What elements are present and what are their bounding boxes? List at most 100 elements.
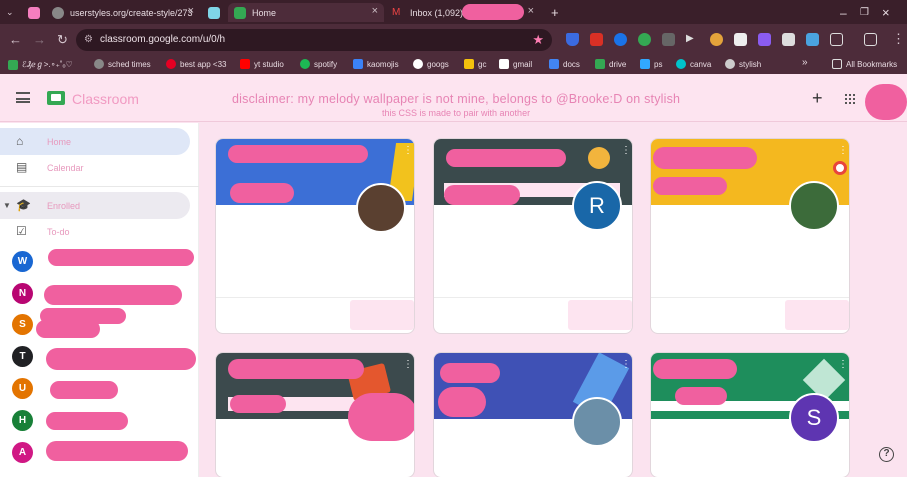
extension-icon[interactable] [662,33,675,46]
brand-name[interactable]: Classroom [72,91,139,107]
close-icon[interactable]: × [188,5,194,17]
redaction [653,147,757,169]
extension-icon[interactable] [614,33,627,46]
extension-icon[interactable] [782,33,795,46]
redaction [230,183,294,203]
create-join-button[interactable]: + [812,88,823,109]
redaction [228,145,368,163]
sidebar-item-home[interactable]: ⌂ Home [0,128,190,155]
calendar-icon: ▤ [16,160,28,174]
bookmark-item[interactable]: ps [640,59,662,69]
sidebar-item-label: Enrolled [47,200,81,211]
tab-pinned[interactable] [28,3,46,22]
teacher-avatar[interactable]: R [572,181,622,231]
main-menu-icon[interactable] [16,92,30,103]
more-options-icon[interactable]: ⋮ [403,360,413,375]
more-options-icon[interactable]: ⋮ [621,146,631,161]
class-card[interactable]: ⋮ [215,138,415,334]
all-bookmarks-button[interactable]: All Bookmarks [832,59,897,69]
window-close-icon[interactable]: × [882,3,890,22]
extension-icon[interactable] [806,33,819,46]
bookmark-item[interactable]: kaomojis [353,59,399,69]
class-card[interactable]: ⋮ S [650,352,850,477]
bookmark-item[interactable]: gc [464,59,486,69]
class-card[interactable]: ⋮ [215,352,415,477]
card-action-area[interactable] [350,300,414,330]
redaction [46,441,188,461]
google-apps-icon[interactable] [845,94,855,104]
redaction [348,393,414,441]
new-tab-button[interactable]: + [551,3,559,22]
extension-icon[interactable] [710,33,723,46]
classroom-header: Classroom disclaimer: my melody wallpape… [0,74,907,122]
side-panel-icon[interactable] [864,33,877,46]
tab-title: Home [252,7,277,18]
redaction [228,359,364,379]
redaction [438,387,486,417]
extension-icon[interactable] [734,33,747,46]
class-card[interactable]: ⋮ [433,352,633,477]
pinterest-icon [166,59,176,69]
help-button[interactable]: ? [879,447,894,462]
tab-title: userstyles.org/create-style/273 [70,7,193,18]
stylish-icon [725,59,735,69]
minimize-icon[interactable]: – [840,3,847,22]
back-icon[interactable]: ← [9,32,22,47]
redaction [230,395,286,413]
more-options-icon[interactable]: ⋮ [621,360,631,375]
class-card[interactable]: ⋮ [650,138,850,334]
sidebar-item-calendar[interactable]: ▤ Calendar [0,154,190,181]
extension-icon[interactable] [758,33,771,46]
site-info-icon[interactable]: ⚙ [84,29,93,51]
extension-icon[interactable]: ▶ [686,33,699,46]
chrome-menu-icon[interactable]: ⋮ [892,31,905,47]
teacher-avatar[interactable] [789,181,839,231]
shield-extension-icon[interactable] [566,33,579,46]
restore-icon[interactable]: ❐ [860,3,869,22]
extensions-puzzle-icon[interactable] [830,33,843,46]
extension-icon[interactable] [590,33,603,46]
bookmark-item[interactable]: drive [595,59,626,69]
bookmark-icon [8,59,18,70]
more-options-icon[interactable]: ⋮ [838,146,848,161]
class-card[interactable]: ⋮ R [433,138,633,334]
address-bar[interactable]: ⚙ classroom.google.com/u/0/h ★ [76,29,552,51]
sidebar-item-todo[interactable]: ☑ To-do [0,218,190,245]
bookmark-item[interactable]: spotify [300,59,337,69]
teacher-avatar[interactable] [356,183,406,233]
tab-favicon [28,6,40,19]
tab-pinned-2[interactable] [208,3,226,22]
reload-icon[interactable]: ↻ [57,32,68,48]
spotify-icon [300,59,310,69]
teacher-avatar[interactable] [572,397,622,447]
redaction [44,285,182,305]
teacher-avatar[interactable]: S [789,393,839,443]
bookmark-star-icon[interactable]: ★ [532,29,544,51]
sidebar-item-enrolled[interactable]: ▼ 🎓 Enrolled [0,192,190,219]
bookmark-item[interactable]: googs [413,59,449,69]
bookmark-item[interactable]: sched times [94,59,151,69]
bookmark-item[interactable]: docs [549,59,580,69]
card-action-area[interactable] [568,300,632,330]
bookmark-item[interactable]: gmail [499,59,532,69]
tab-userstyles[interactable]: userstyles.org/create-style/273 × [52,3,200,22]
bookmark-item[interactable]: canva [676,59,711,69]
redaction [653,359,737,379]
canva-icon [676,59,686,69]
close-icon[interactable]: × [372,5,378,17]
tab-search-dropdown[interactable]: ⌄ [6,3,20,22]
card-action-area[interactable] [785,300,849,330]
more-bookmarks-button[interactable]: » [802,57,808,68]
bookmark-item[interactable]: stylish [725,59,761,69]
bookmark-item[interactable]: yt studio [240,59,284,69]
more-options-icon[interactable]: ⋮ [838,360,848,375]
bookmark-item[interactable]: best app <33 [166,59,226,69]
card-footer [434,297,632,333]
tab-home[interactable]: Home × [228,3,384,22]
bookmark-item[interactable]: ℰ₰ℯℊ>.∘₊˚ₒ♡ [8,59,73,70]
grammarly-icon[interactable] [638,33,651,46]
classroom-logo-icon[interactable] [47,91,65,105]
more-options-icon[interactable]: ⋮ [403,146,413,161]
close-icon[interactable]: × [528,5,534,17]
forward-icon[interactable]: → [33,32,46,47]
